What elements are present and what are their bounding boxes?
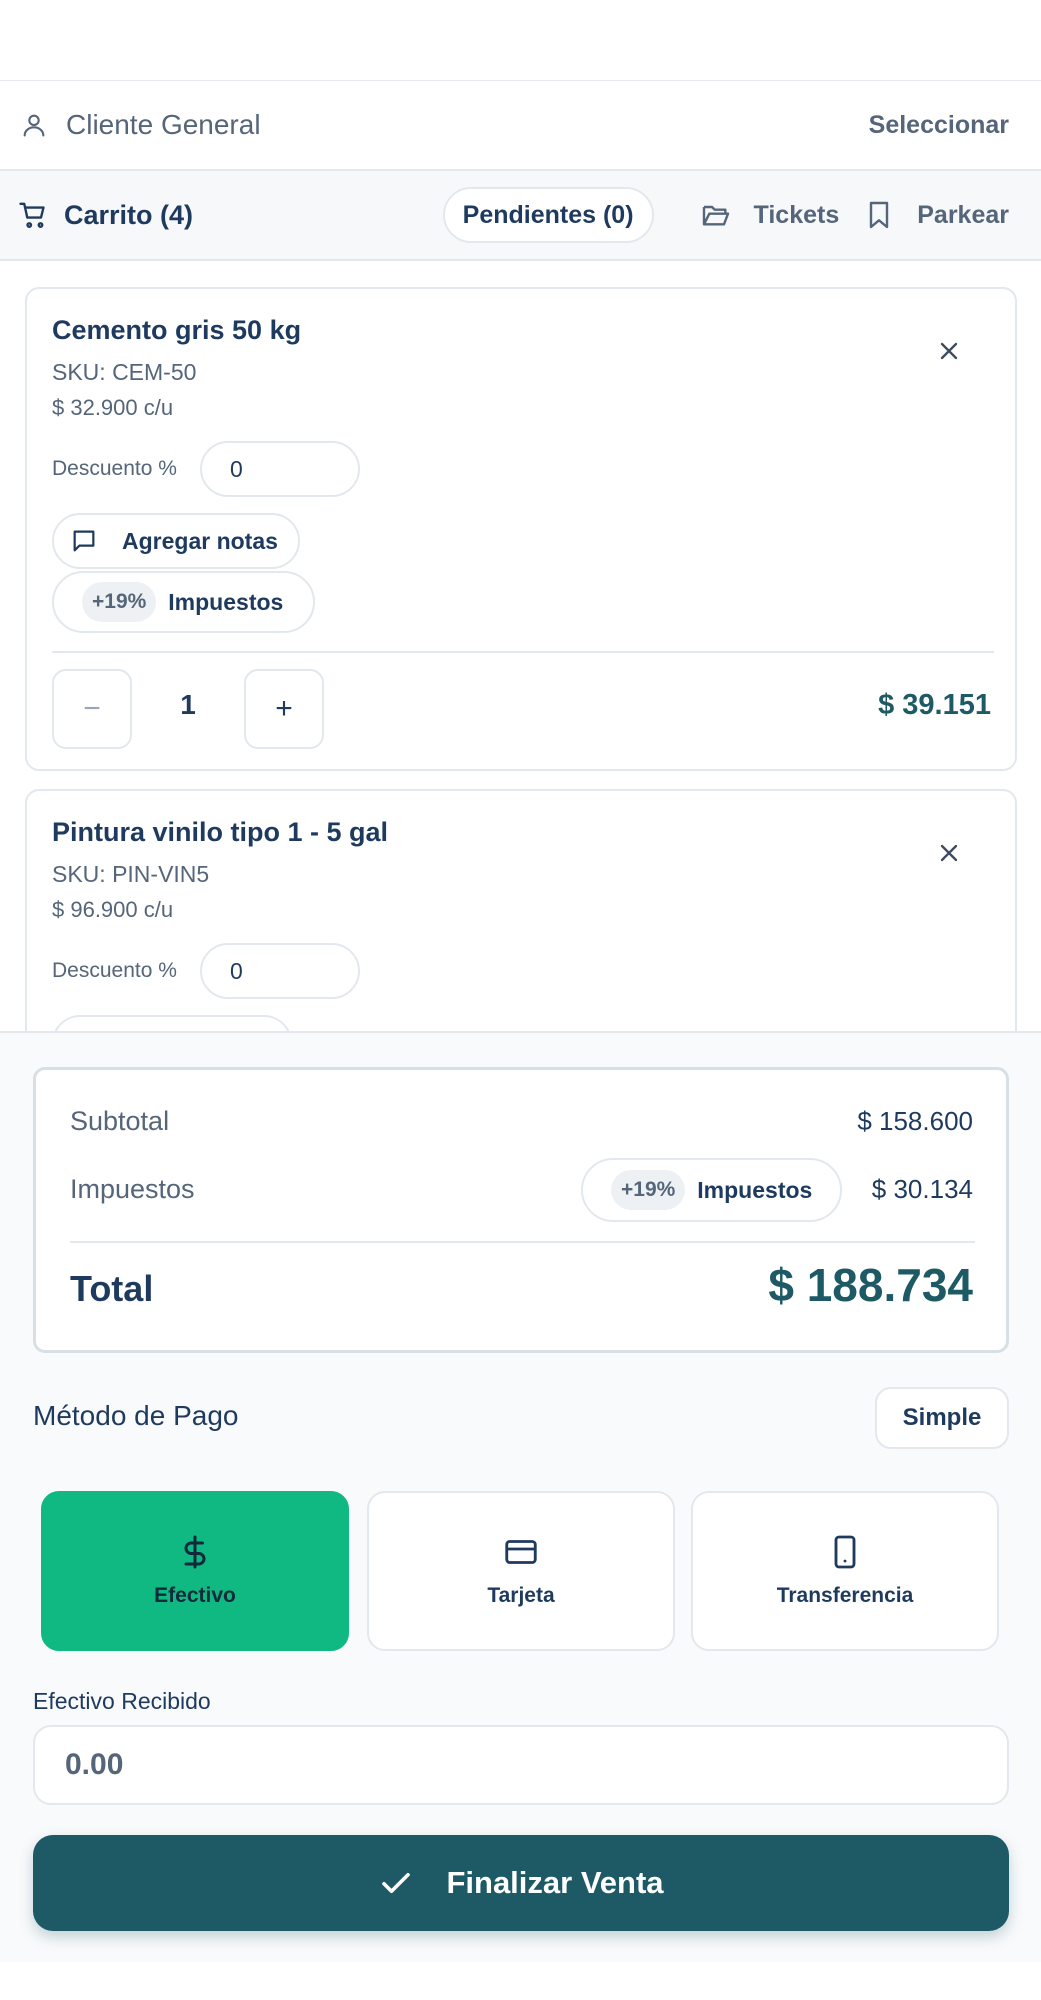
footer bbox=[0, 1962, 1041, 2000]
tax-badge: +19% bbox=[611, 1170, 686, 1210]
discount-input[interactable] bbox=[200, 943, 360, 999]
payment-method-transfer[interactable]: Transferencia bbox=[691, 1491, 999, 1651]
add-notes-button[interactable] bbox=[52, 1015, 292, 1031]
tickets-label: Tickets bbox=[753, 200, 840, 229]
top-bar bbox=[0, 0, 1041, 81]
client-row: Cliente General Seleccionar bbox=[0, 81, 1041, 171]
cash-received-input[interactable] bbox=[33, 1725, 1009, 1805]
item-unit-price: $ 96.900 c/u bbox=[52, 897, 174, 922]
add-notes-label: Agregar notas bbox=[122, 527, 278, 554]
smartphone-icon bbox=[834, 1535, 856, 1569]
item-name: Pintura vinilo tipo 1 - 5 gal bbox=[52, 817, 389, 847]
cart-title: Carrito (4) bbox=[64, 199, 194, 230]
cash-received-label: Efectivo Recibido bbox=[33, 1688, 211, 1714]
payment-method-label: Tarjeta bbox=[487, 1584, 555, 1607]
taxes-label: Impuestos bbox=[70, 1174, 195, 1204]
quantity-value: 1 bbox=[180, 689, 196, 720]
subtotal-label: Subtotal bbox=[70, 1106, 170, 1136]
select-client-button[interactable]: Seleccionar bbox=[869, 111, 1009, 140]
cart-header: Carrito (4) Pendientes (0) Tickets Parke… bbox=[0, 171, 1041, 261]
increase-quantity-button[interactable]: + bbox=[244, 669, 324, 749]
item-name: Cemento gris 50 kg bbox=[52, 315, 302, 345]
add-notes-button[interactable]: Agregar notas bbox=[52, 513, 300, 569]
cart-item: Cemento gris 50 kg SKU: CEM-50 $ 32.900 … bbox=[25, 287, 1017, 771]
discount-label: Descuento % bbox=[52, 457, 177, 480]
divider bbox=[70, 1241, 975, 1243]
divider bbox=[52, 651, 994, 653]
park-button[interactable]: Parkear bbox=[863, 199, 1009, 231]
tax-badge: +19% bbox=[82, 582, 157, 622]
cart-item-list[interactable]: Cemento gris 50 kg SKU: CEM-50 $ 32.900 … bbox=[0, 263, 1041, 1031]
order-summary: Subtotal $ 158.600 Impuestos +19% Impues… bbox=[33, 1067, 1009, 1353]
payment-method-label: Transferencia bbox=[776, 1584, 914, 1607]
close-icon[interactable] bbox=[935, 839, 963, 867]
client-name: Cliente General bbox=[66, 109, 261, 140]
discount-input[interactable] bbox=[200, 441, 360, 497]
total-label: Total bbox=[70, 1268, 154, 1309]
credit-card-icon bbox=[505, 1540, 537, 1564]
message-square-icon bbox=[73, 530, 95, 552]
bookmark-icon bbox=[870, 201, 889, 229]
summary-tax-button[interactable]: +19% Impuestos bbox=[581, 1158, 843, 1222]
payment-method-label: Efectivo bbox=[154, 1584, 236, 1607]
payment-mode-button[interactable]: Simple bbox=[875, 1387, 1009, 1449]
tickets-button[interactable]: Tickets bbox=[700, 199, 840, 231]
line-total: $ 39.151 bbox=[878, 689, 991, 721]
decrease-quantity-button[interactable]: − bbox=[52, 669, 132, 749]
item-sku: SKU: PIN-VIN5 bbox=[52, 861, 210, 887]
cart-item: Pintura vinilo tipo 1 - 5 gal SKU: PIN-V… bbox=[25, 789, 1017, 1031]
item-unit-price: $ 32.900 c/u bbox=[52, 395, 174, 420]
payment-method-cash[interactable]: Efectivo bbox=[41, 1491, 349, 1651]
tax-pill-label: Impuestos bbox=[697, 1176, 813, 1203]
item-sku: SKU: CEM-50 bbox=[52, 359, 197, 385]
folder-open-icon bbox=[702, 205, 729, 226]
close-icon[interactable] bbox=[935, 337, 963, 365]
tax-label: Impuestos bbox=[168, 588, 284, 615]
user-icon bbox=[23, 114, 45, 137]
checkout-panel: Subtotal $ 158.600 Impuestos +19% Impues… bbox=[0, 1031, 1041, 1962]
cart-icon bbox=[19, 202, 45, 228]
park-label: Parkear bbox=[917, 200, 1009, 229]
item-tax-button[interactable]: +19% Impuestos bbox=[52, 571, 316, 633]
payment-method-card[interactable]: Tarjeta bbox=[367, 1491, 675, 1651]
total-value: $ 188.734 bbox=[768, 1259, 973, 1311]
check-icon bbox=[382, 1872, 411, 1894]
payment-method-title: Método de Pago bbox=[33, 1400, 239, 1431]
taxes-value: $ 30.134 bbox=[871, 1174, 973, 1204]
subtotal-value: $ 158.600 bbox=[857, 1106, 973, 1136]
dollar-icon bbox=[184, 1535, 206, 1569]
finish-sale-label: Finalizar Venta bbox=[446, 1865, 664, 1900]
pending-button[interactable]: Pendientes (0) bbox=[442, 187, 654, 243]
finish-sale-button[interactable]: Finalizar Venta bbox=[33, 1835, 1009, 1931]
discount-label: Descuento % bbox=[52, 959, 177, 982]
